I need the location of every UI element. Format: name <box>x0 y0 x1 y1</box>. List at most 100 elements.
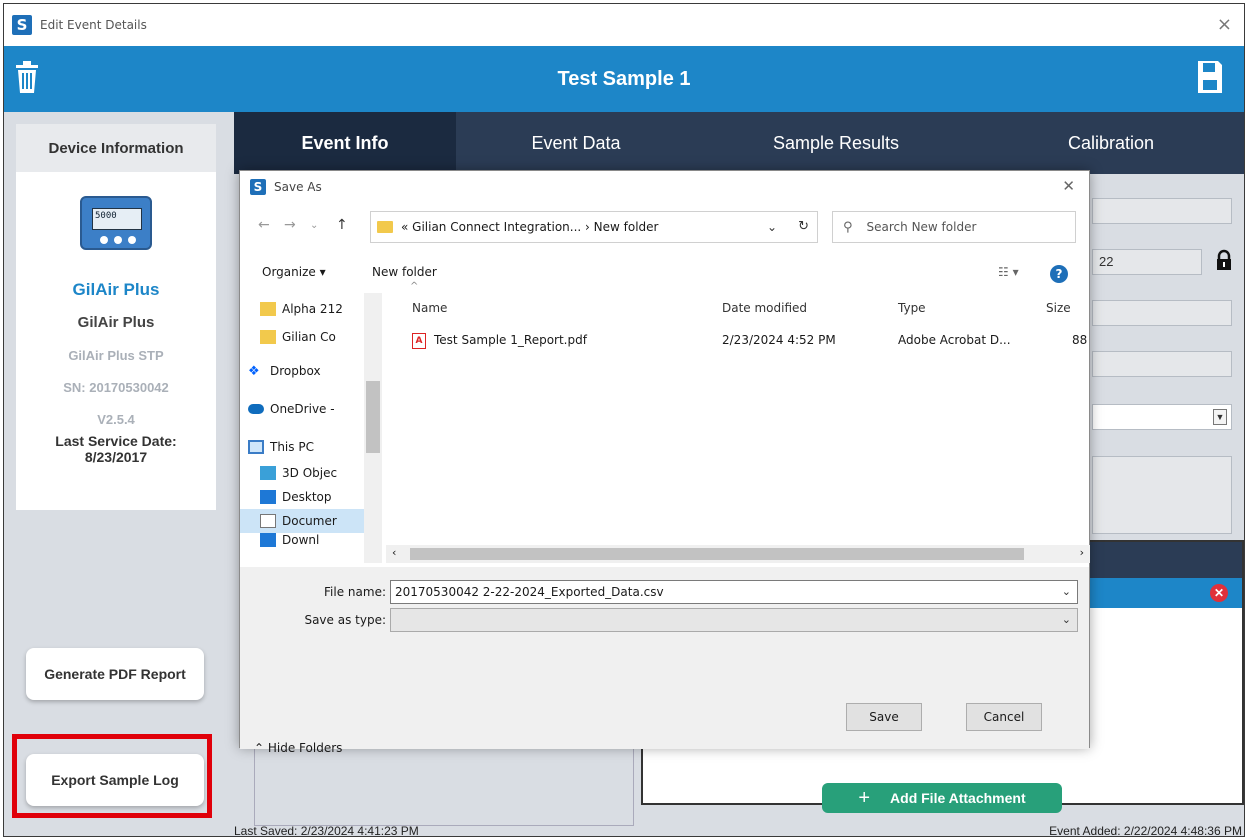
device-variant: GilAir Plus STP <box>68 348 164 363</box>
recent-chevron-icon[interactable]: ⌄ <box>310 220 318 231</box>
save-type-label: Save as type: <box>304 613 386 627</box>
address-row: ← → ⌄ ↑ « Gilian Connect Integration... … <box>240 207 1089 247</box>
nav-item-label: Desktop <box>282 490 332 504</box>
save-type-select[interactable]: ⌄ <box>390 608 1078 632</box>
scrollbar-thumb[interactable] <box>366 381 380 453</box>
new-folder-button[interactable]: New folder <box>372 265 437 279</box>
file-name: Test Sample 1_Report.pdf <box>434 333 587 347</box>
nav-item-dropbox[interactable]: ❖ Dropbox <box>248 359 321 383</box>
device-serial: SN: 20170530042 <box>63 380 169 395</box>
scrollbar-thumb[interactable] <box>410 548 1024 560</box>
column-type[interactable]: Type <box>898 301 926 315</box>
nav-item-label: Dropbox <box>270 364 321 378</box>
nav-item-this-pc[interactable]: This PC <box>248 435 314 459</box>
save-button[interactable]: Save <box>846 703 922 731</box>
event-field[interactable]: 22 <box>1092 249 1202 275</box>
device-info-card: Device Information 5000 GilAir Plus GilA… <box>16 124 216 510</box>
nav-item-label: OneDrive - <box>270 402 335 416</box>
event-title: Test Sample 1 <box>557 67 691 90</box>
nav-item-3d-objects[interactable]: 3D Objec <box>260 461 337 485</box>
event-dropdown[interactable]: ▼ <box>1092 404 1232 430</box>
nav-item-desktop[interactable]: Desktop <box>260 485 332 509</box>
dialog-close-button[interactable]: ✕ <box>1062 177 1075 195</box>
event-field[interactable] <box>1092 198 1232 224</box>
save-disk-icon[interactable] <box>1196 59 1224 95</box>
plus-icon: + <box>858 786 871 809</box>
chevron-down-icon[interactable]: ⌄ <box>767 220 777 234</box>
search-icon: ⚲ <box>843 219 853 235</box>
lock-icon <box>1217 249 1231 270</box>
folder-icon <box>260 302 276 316</box>
add-file-attachment-label: Add File Attachment <box>890 790 1026 806</box>
nav-item-label: Downl <box>282 533 320 547</box>
highlight-box <box>12 734 212 818</box>
save-as-dialog: S Save As ✕ ← → ⌄ ↑ « Gilian Connect Int… <box>239 170 1090 755</box>
scroll-left-icon[interactable]: ‹ <box>392 546 396 559</box>
folder-icon <box>377 221 393 233</box>
device-button <box>128 236 136 244</box>
file-list-scrollbar[interactable]: ‹ › <box>386 545 1090 563</box>
hide-folders-toggle[interactable]: ⌃ Hide Folders <box>254 741 342 755</box>
address-bar[interactable]: « Gilian Connect Integration... › New fo… <box>370 211 818 243</box>
help-icon[interactable]: ? <box>1050 265 1068 283</box>
nav-item-downloads[interactable]: Downl <box>260 533 319 547</box>
nav-item-label: Documer <box>282 514 337 528</box>
nav-item-documents[interactable]: Documer <box>240 509 364 533</box>
chevron-down-icon[interactable]: ⌄ <box>1062 585 1071 598</box>
chevron-down-icon[interactable]: ⌄ <box>1062 613 1071 626</box>
file-type: Adobe Acrobat D... <box>898 333 1011 347</box>
generate-pdf-button[interactable]: Generate PDF Report <box>26 648 204 700</box>
device-screen: 5000 <box>92 208 142 230</box>
nav-item-gilian[interactable]: Gilian Co <box>260 325 336 349</box>
download-icon <box>260 533 276 547</box>
remove-attachment-icon[interactable]: ✕ <box>1210 584 1228 602</box>
file-name-value: 20170530042 2-22-2024_Exported_Data.csv <box>395 585 664 599</box>
address-path: « Gilian Connect Integration... › New fo… <box>401 220 659 234</box>
nav-scrollbar[interactable] <box>364 293 382 563</box>
column-size[interactable]: Size <box>1046 301 1071 315</box>
back-arrow-icon[interactable]: ← <box>258 217 270 233</box>
dialog-title-bar: S Save As ✕ <box>240 171 1089 203</box>
title-bar: S Edit Event Details × <box>4 4 1244 46</box>
organize-menu[interactable]: Organize ▾ <box>262 265 326 279</box>
tab-event-data[interactable]: Event Data <box>456 112 696 174</box>
column-name[interactable]: Name <box>412 301 447 315</box>
cancel-button[interactable]: Cancel <box>966 703 1042 731</box>
event-header: Test Sample 1 <box>4 46 1244 112</box>
refresh-icon[interactable]: ↻ <box>798 219 809 234</box>
chevron-up-icon: ⌃ <box>254 741 268 755</box>
cube-icon <box>260 466 276 480</box>
file-row[interactable]: A Test Sample 1_Report.pdf 2/23/2024 4:5… <box>386 329 1090 353</box>
tab-event-info[interactable]: Event Info <box>234 112 456 174</box>
event-field[interactable] <box>1092 351 1232 377</box>
column-date[interactable]: Date modified <box>722 301 807 315</box>
scroll-right-icon[interactable]: › <box>1080 546 1084 559</box>
nav-item-onedrive[interactable]: OneDrive - <box>248 397 335 421</box>
chevron-down-icon[interactable]: ▼ <box>1213 409 1227 425</box>
comments-box[interactable] <box>254 744 634 826</box>
up-arrow-icon[interactable]: ↑ <box>336 217 348 233</box>
tab-sample-results[interactable]: Sample Results <box>696 112 976 174</box>
computer-icon <box>248 440 264 454</box>
view-options-icon[interactable]: ☷ ▾ <box>998 265 1019 279</box>
forward-arrow-icon[interactable]: → <box>284 217 296 233</box>
cloud-icon <box>248 404 264 414</box>
hide-folders-label: Hide Folders <box>267 741 343 755</box>
event-field[interactable] <box>1092 300 1232 326</box>
dialog-toolbar: Organize ▾ New folder ☷ ▾ ? <box>240 259 1089 289</box>
file-name-input[interactable]: 20170530042 2-22-2024_Exported_Data.csv … <box>390 580 1078 604</box>
tab-calibration[interactable]: Calibration <box>976 112 1244 174</box>
file-name-label: File name: <box>324 585 386 599</box>
search-input[interactable]: ⚲ Search New folder <box>832 211 1076 243</box>
trash-icon[interactable] <box>14 60 40 94</box>
file-list: ^ Name Date modified Type Size A Test Sa… <box>386 281 1090 541</box>
nav-item-alpha[interactable]: Alpha 212 <box>260 297 343 321</box>
folder-icon <box>260 330 276 344</box>
event-notes-field[interactable] <box>1092 456 1232 534</box>
window-close-button[interactable]: × <box>1217 14 1232 35</box>
sidebar: Device Information 5000 GilAir Plus GilA… <box>4 112 234 836</box>
nav-item-label: This PC <box>270 440 314 454</box>
navigation-pane: Alpha 212 Gilian Co ❖ Dropbox OneDrive -… <box>240 293 384 573</box>
add-file-attachment-button[interactable]: + Add File Attachment <box>822 783 1062 813</box>
nav-item-label: Gilian Co <box>282 330 336 344</box>
